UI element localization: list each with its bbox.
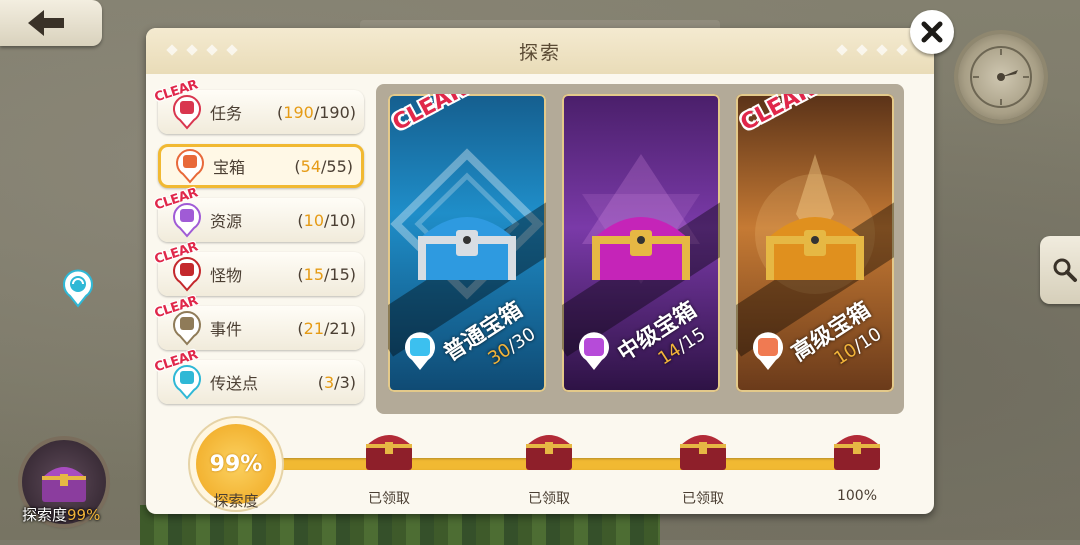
- category-label: 资源: [210, 212, 243, 231]
- reward-status-label: 100%: [836, 488, 878, 504]
- teleport-map-marker-icon[interactable]: [62, 268, 94, 308]
- treasure-chest-icon: [526, 435, 572, 470]
- category-label: 任务: [210, 104, 243, 123]
- explore-badge-label: 探索度99%: [22, 506, 101, 524]
- reward-chest[interactable]: [360, 424, 418, 474]
- category-icon: [173, 203, 201, 238]
- treasure-chest-icon: [834, 435, 880, 470]
- treasure-chest-icon: [366, 435, 412, 470]
- chest-type-badge-icon: [579, 332, 609, 370]
- category-tab[interactable]: 怪物 (15/15) CLEAR: [153, 240, 364, 296]
- chest-card-normal[interactable]: 普通宝箱 30/30 CLEAR: [388, 94, 546, 392]
- category-icon: [173, 95, 201, 130]
- chest-card-intermediate[interactable]: 中级宝箱 14/15: [562, 94, 720, 392]
- treasure-chest-icon: [680, 435, 726, 470]
- search-icon: [1053, 258, 1077, 282]
- reward-chest[interactable]: [828, 424, 886, 474]
- back-arrow-icon: [28, 10, 64, 36]
- category-tab[interactable]: 宝箱 (54/55): [158, 144, 364, 188]
- treasure-chest-icon: [766, 217, 864, 280]
- category-tab[interactable]: 事件 (21/21) CLEAR: [153, 294, 364, 350]
- chest-card-advanced[interactable]: 高级宝箱 10/10 CLEAR: [736, 94, 894, 392]
- category-label: 怪物: [210, 266, 243, 285]
- reward-chest[interactable]: [674, 424, 732, 474]
- header-ornament-icon: [166, 44, 238, 56]
- category-tab[interactable]: 任务 (190/190) CLEAR: [153, 78, 364, 134]
- close-button[interactable]: [910, 10, 954, 54]
- back-button[interactable]: [0, 0, 102, 46]
- category-icon: [173, 257, 201, 292]
- category-count: (10/10): [297, 210, 356, 230]
- category-count: (21/21): [297, 318, 356, 338]
- category-tab[interactable]: 资源 (10/10) CLEAR: [153, 186, 364, 242]
- chest-type-badge-icon: [405, 332, 435, 370]
- treasure-chest-icon: [418, 217, 516, 280]
- category-count: (190/190): [277, 102, 356, 122]
- close-icon: [921, 21, 943, 43]
- reward-status-label: 已领取: [682, 491, 724, 507]
- compass-icon[interactable]: [958, 34, 1044, 120]
- reward-chest[interactable]: [520, 424, 578, 474]
- header-ornament-icon: [836, 44, 908, 56]
- category-label: 传送点: [210, 374, 259, 393]
- chest-cards-container: 普通宝箱 30/30 CLEAR 中级宝箱 14/15 高级宝箱 10/10 C…: [376, 84, 904, 414]
- category-count: (54/55): [294, 156, 353, 176]
- chest-type-badge-icon: [753, 332, 783, 370]
- exploration-label: 探索度: [213, 492, 259, 510]
- reward-status-label: 已领取: [528, 491, 570, 507]
- reward-status-label: 已领取: [368, 491, 410, 507]
- category-label: 事件: [210, 320, 243, 339]
- category-icon: [173, 365, 201, 400]
- category-tab[interactable]: 传送点 (3/3) CLEAR: [153, 348, 364, 404]
- category-icon: [173, 311, 201, 346]
- search-button[interactable]: [1040, 236, 1080, 304]
- panel-title: 探索: [518, 41, 561, 64]
- treasure-chest-icon: [592, 217, 690, 280]
- category-count: (3/3): [317, 372, 356, 392]
- category-count: (15/15): [297, 264, 356, 284]
- category-label: 宝箱: [213, 158, 246, 177]
- panel-header: 探索: [146, 28, 934, 74]
- category-icon: [176, 149, 204, 184]
